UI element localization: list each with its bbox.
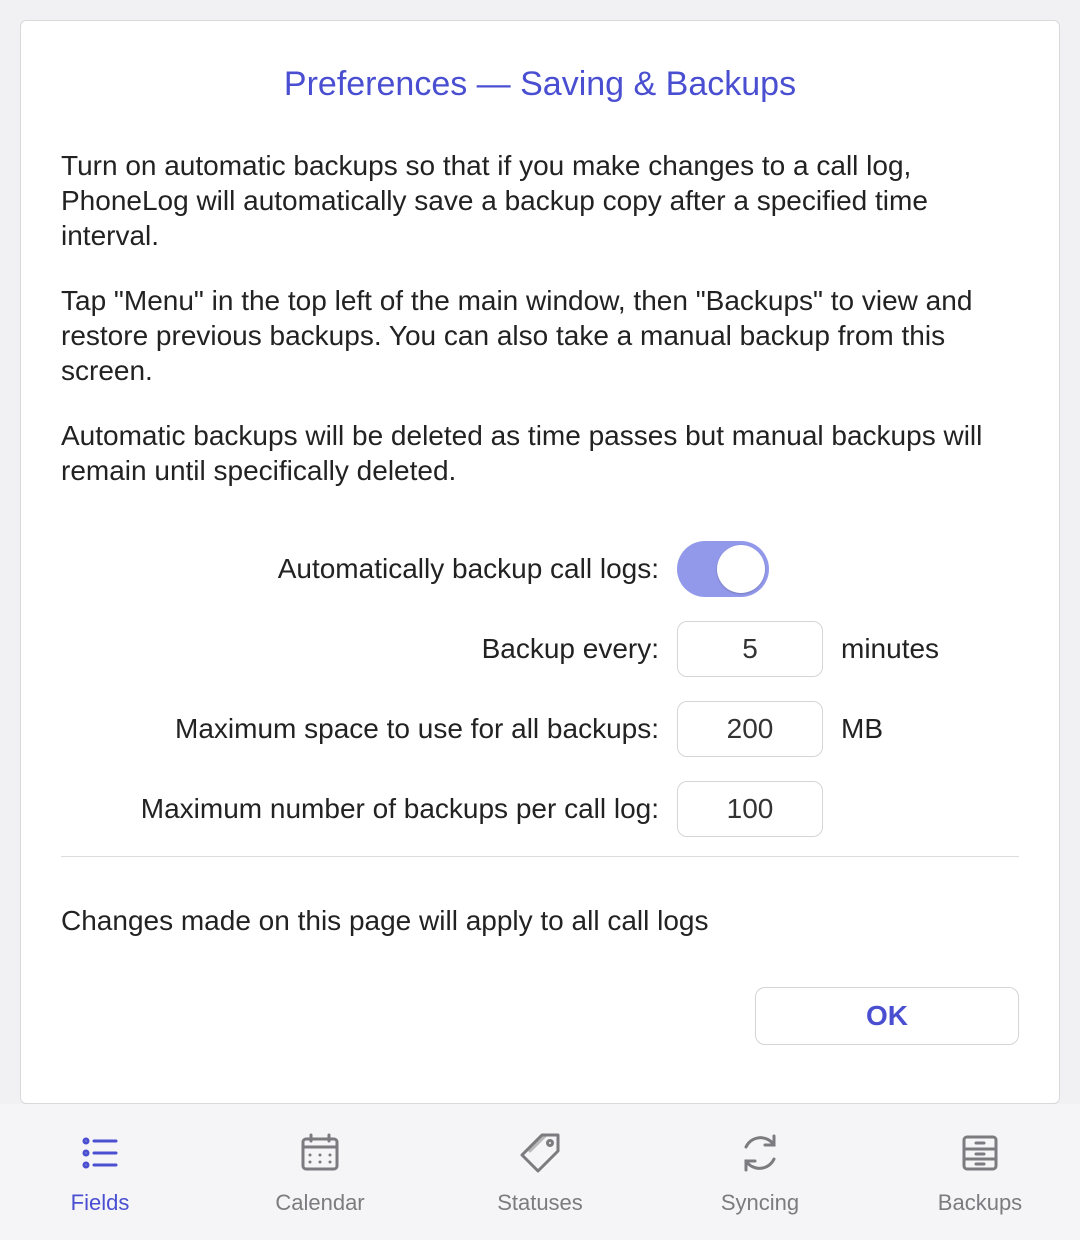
backup-interval-row: Backup every: minutes <box>61 620 961 678</box>
auto-backup-toggle[interactable] <box>677 541 769 597</box>
divider <box>61 856 1019 857</box>
max-space-input[interactable] <box>677 701 823 757</box>
description-paragraph: Turn on automatic backups so that if you… <box>61 148 1019 253</box>
footer-note: Changes made on this page will apply to … <box>61 905 1019 937</box>
sync-icon <box>736 1129 784 1182</box>
bottom-tab-bar: Fields Calendar <box>0 1104 1080 1240</box>
tab-label: Backups <box>938 1190 1022 1216</box>
tab-backups[interactable]: Backups <box>920 1129 1040 1216</box>
max-number-input[interactable] <box>677 781 823 837</box>
calendar-icon <box>296 1129 344 1182</box>
max-space-unit: MB <box>841 713 961 745</box>
settings-form: Automatically backup call logs: Backup e… <box>61 540 1019 838</box>
archive-icon <box>956 1129 1004 1182</box>
tab-syncing[interactable]: Syncing <box>700 1129 820 1216</box>
tab-fields[interactable]: Fields <box>40 1129 160 1216</box>
tab-label: Statuses <box>497 1190 583 1216</box>
list-icon <box>76 1129 124 1182</box>
tab-calendar[interactable]: Calendar <box>260 1129 380 1216</box>
preferences-card: Preferences — Saving & Backups Turn on a… <box>20 20 1060 1104</box>
toggle-knob <box>717 545 765 593</box>
description-paragraph: Tap "Menu" in the top left of the main w… <box>61 283 1019 388</box>
page-title: Preferences — Saving & Backups <box>61 65 1019 104</box>
auto-backup-row: Automatically backup call logs: <box>61 540 961 598</box>
tab-statuses[interactable]: Statuses <box>480 1129 600 1216</box>
tag-icon <box>516 1129 564 1182</box>
ok-row: OK <box>61 987 1019 1045</box>
description-paragraph: Automatic backups will be deleted as tim… <box>61 418 1019 488</box>
backup-interval-label: Backup every: <box>61 633 659 665</box>
max-space-label: Maximum space to use for all backups: <box>61 713 659 745</box>
auto-backup-label: Automatically backup call logs: <box>61 553 659 585</box>
ok-button[interactable]: OK <box>755 987 1019 1045</box>
max-space-row: Maximum space to use for all backups: MB <box>61 700 961 758</box>
backup-interval-unit: minutes <box>841 633 961 665</box>
max-number-row: Maximum number of backups per call log: <box>61 780 961 838</box>
backup-interval-input[interactable] <box>677 621 823 677</box>
tab-label: Fields <box>71 1190 130 1216</box>
tab-label: Syncing <box>721 1190 799 1216</box>
preferences-page: Preferences — Saving & Backups Turn on a… <box>0 0 1080 1240</box>
tab-label: Calendar <box>275 1190 364 1216</box>
description-block: Turn on automatic backups so that if you… <box>61 148 1019 488</box>
max-number-label: Maximum number of backups per call log: <box>61 793 659 825</box>
